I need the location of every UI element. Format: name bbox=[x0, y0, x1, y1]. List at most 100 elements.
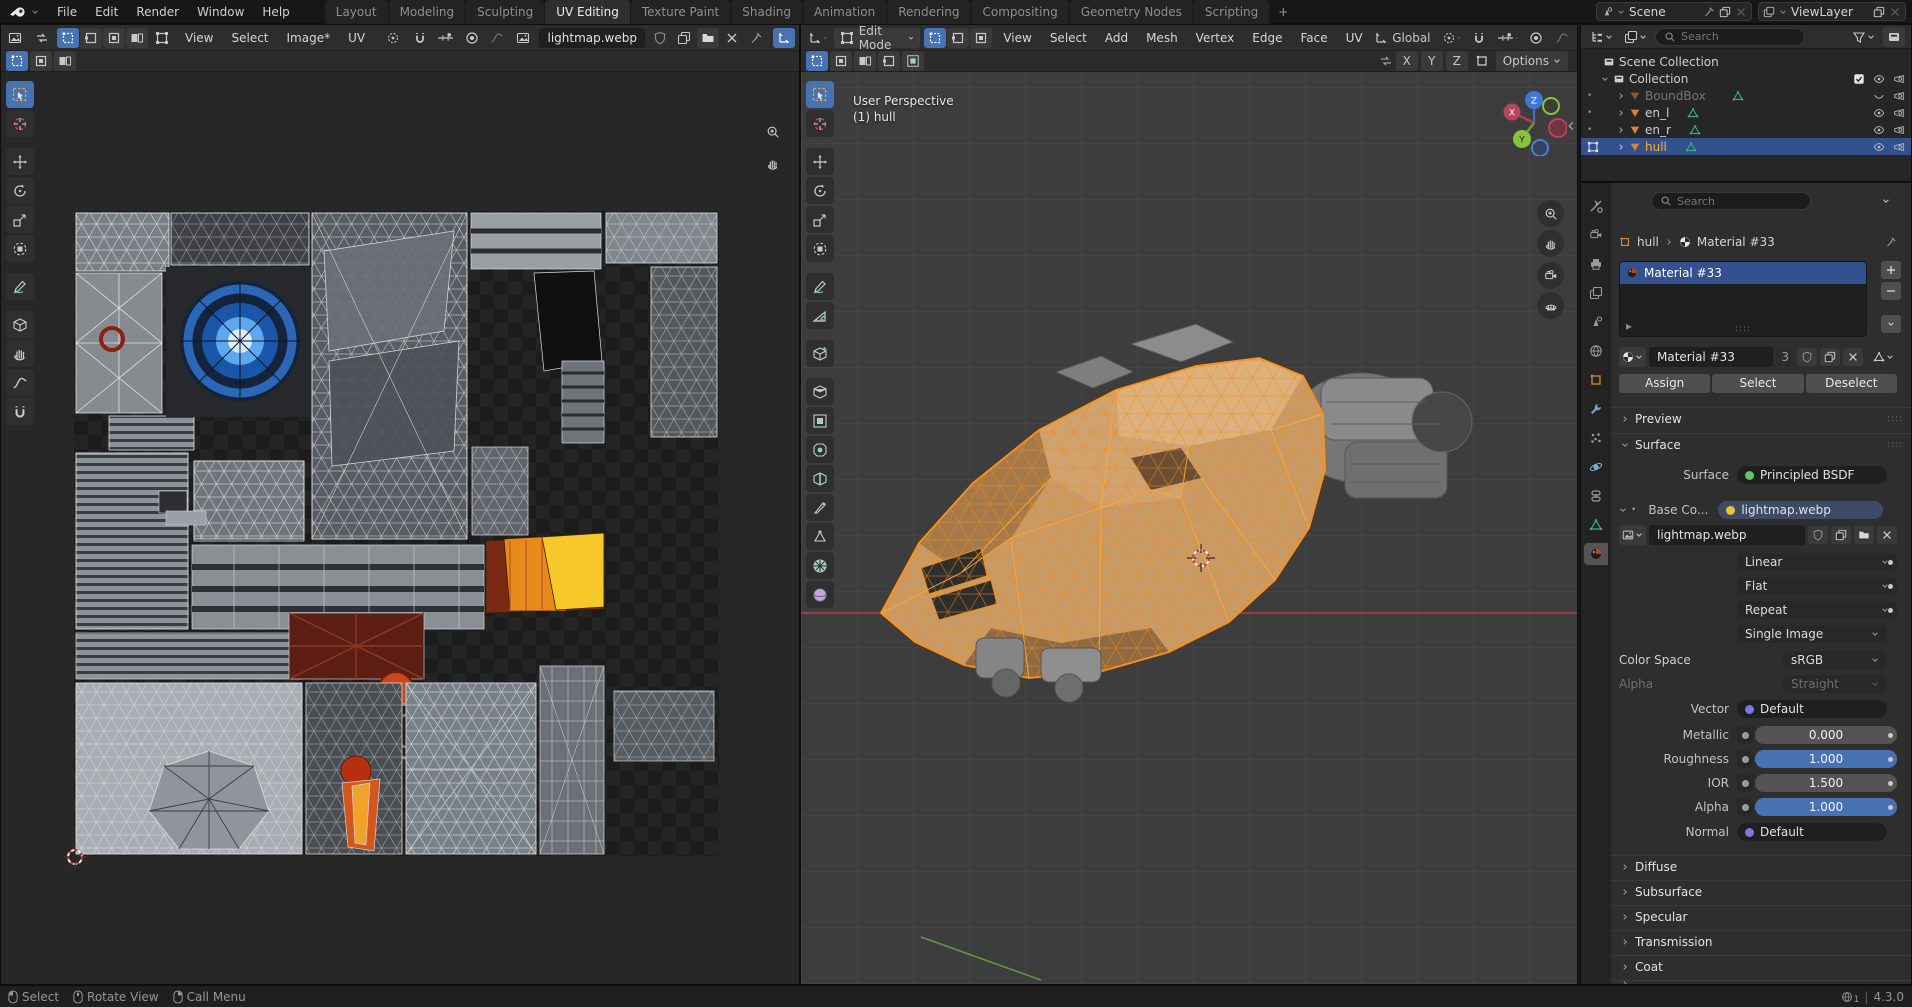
uv-tool-select-box[interactable] bbox=[6, 81, 34, 108]
outliner-row-en-l[interactable]: • en_l bbox=[1581, 104, 1911, 121]
remove-slot-button[interactable] bbox=[1881, 282, 1901, 300]
uv-editor-type-button[interactable] bbox=[5, 28, 27, 48]
uv-2d-cursor[interactable] bbox=[63, 845, 87, 869]
tool-inset-faces[interactable] bbox=[806, 407, 834, 434]
image-duplicate-icon[interactable] bbox=[1831, 526, 1851, 544]
camera-visibility-icon[interactable] bbox=[1893, 141, 1905, 153]
disclosure-icon[interactable] bbox=[1617, 109, 1625, 117]
add-slot-button[interactable] bbox=[1881, 261, 1901, 279]
alpha-slider[interactable]: 1.000 bbox=[1755, 798, 1897, 816]
uv-boxselect-mode-subtract[interactable] bbox=[54, 51, 76, 71]
uv-sync-toggle[interactable] bbox=[31, 28, 53, 48]
tab-layout[interactable]: Layout bbox=[325, 0, 388, 24]
tool-bevel[interactable] bbox=[806, 436, 834, 463]
tab-modeling[interactable]: Modeling bbox=[389, 0, 466, 24]
tool-loop-cut[interactable] bbox=[806, 465, 834, 492]
tab-world[interactable] bbox=[1584, 340, 1608, 362]
uv-snap-target-dropdown[interactable] bbox=[435, 28, 457, 48]
roughness-socket-button[interactable] bbox=[1737, 750, 1753, 768]
eye-icon[interactable] bbox=[1873, 141, 1885, 153]
base-color-value[interactable]: lightmap.webp bbox=[1718, 501, 1883, 519]
mode-dropdown[interactable]: Edit Mode bbox=[834, 28, 921, 48]
copy-viewlayer-icon[interactable] bbox=[1873, 6, 1885, 18]
normal-socket-value[interactable]: Default bbox=[1737, 823, 1887, 841]
tool-measure[interactable] bbox=[806, 302, 834, 329]
uv-sticky-select-dropdown[interactable] bbox=[152, 28, 174, 48]
assign-button[interactable]: Assign bbox=[1619, 374, 1710, 393]
uv-menu-select[interactable]: Select bbox=[224, 26, 275, 50]
select-mode-face-button[interactable] bbox=[970, 28, 992, 48]
viewport-menu-uv[interactable]: UV bbox=[1339, 26, 1370, 50]
fake-user-material-icon[interactable] bbox=[1797, 348, 1817, 366]
tool-add-cube[interactable] bbox=[806, 340, 834, 367]
panel-grip[interactable]: :::: bbox=[1887, 440, 1903, 450]
panel-grip[interactable]: :::: bbox=[1887, 414, 1903, 424]
add-workspace-button[interactable]: + bbox=[1270, 5, 1296, 19]
tool-select-box[interactable] bbox=[806, 81, 834, 108]
proportional-falloff-dropdown[interactable] bbox=[1551, 28, 1573, 48]
uv-tool-annotate[interactable] bbox=[6, 273, 34, 300]
disclosure-icon[interactable] bbox=[1601, 75, 1609, 83]
menu-help[interactable]: Help bbox=[253, 0, 298, 24]
tab-uv-editing[interactable]: UV Editing bbox=[545, 0, 630, 24]
tab-geometry-nodes[interactable]: Geometry Nodes bbox=[1070, 0, 1193, 24]
options-dropdown[interactable]: Options bbox=[1496, 51, 1568, 71]
uv-select-edge-button[interactable] bbox=[80, 28, 102, 48]
tab-object-data[interactable] bbox=[1584, 514, 1608, 536]
outliner-row-collection[interactable]: Collection bbox=[1581, 70, 1911, 87]
tab-material[interactable] bbox=[1584, 543, 1608, 565]
mirror-x-button[interactable]: X bbox=[1396, 51, 1418, 71]
surface-socket-value[interactable]: Principled BSDF bbox=[1737, 466, 1887, 484]
tab-scripting[interactable]: Scripting bbox=[1194, 0, 1269, 24]
outliner-display-mode-dropdown[interactable] bbox=[1587, 27, 1616, 47]
properties-search[interactable] bbox=[1651, 192, 1811, 210]
pin-icon[interactable] bbox=[1703, 6, 1715, 18]
tab-render[interactable] bbox=[1584, 224, 1608, 246]
slot-specials-dropdown[interactable] bbox=[1881, 315, 1901, 333]
color-space-dropdown[interactable]: sRGB bbox=[1783, 651, 1887, 669]
proportional-edit-toggle[interactable] bbox=[1525, 28, 1547, 48]
checkbox-icon[interactable] bbox=[1853, 73, 1865, 85]
viewport-menu-vertex[interactable]: Vertex bbox=[1189, 26, 1242, 50]
camera-visibility-icon[interactable] bbox=[1893, 124, 1905, 136]
browse-image-dropdown[interactable] bbox=[1619, 525, 1646, 545]
viewport-editor-type-button[interactable] bbox=[805, 28, 830, 48]
uv-tool-relax[interactable] bbox=[6, 369, 34, 396]
duplicate-material-icon[interactable] bbox=[1820, 348, 1840, 366]
tool-smooth[interactable] bbox=[806, 581, 834, 608]
blender-logo-menu[interactable] bbox=[0, 0, 48, 24]
delete-viewlayer-icon[interactable] bbox=[1889, 6, 1901, 18]
outliner-search[interactable] bbox=[1655, 28, 1805, 46]
outliner-row-hull[interactable]: hull bbox=[1581, 138, 1911, 155]
tab-sculpting[interactable]: Sculpting bbox=[466, 0, 544, 24]
decorator-dot[interactable] bbox=[1888, 608, 1893, 613]
tool-annotate[interactable] bbox=[806, 273, 834, 300]
roughness-slider[interactable]: 1.000 bbox=[1755, 750, 1897, 768]
tab-modifiers[interactable] bbox=[1584, 398, 1608, 420]
eye-icon[interactable] bbox=[1873, 107, 1885, 119]
specular-panel-header[interactable]: Specular bbox=[1611, 905, 1912, 927]
outliner-row-en-r[interactable]: • en_r bbox=[1581, 121, 1911, 138]
tab-constraints[interactable] bbox=[1584, 485, 1608, 507]
snap-options-icon[interactable] bbox=[1471, 51, 1493, 71]
boxselect-mode-invert[interactable] bbox=[878, 51, 900, 71]
outliner-filter-dropdown[interactable] bbox=[1849, 27, 1878, 47]
scene-selector[interactable]: Scene bbox=[1596, 2, 1752, 21]
viewport-menu-mesh[interactable]: Mesh bbox=[1139, 26, 1185, 50]
material-users-count[interactable]: 3 bbox=[1776, 348, 1794, 366]
uv-image-name-field[interactable]: lightmap.webp bbox=[539, 28, 645, 48]
surface-panel-header[interactable]: Surface :::: bbox=[1611, 433, 1912, 455]
tool-knife[interactable] bbox=[806, 494, 834, 521]
image-name-field[interactable]: lightmap.webp bbox=[1649, 525, 1805, 545]
new-collection-button[interactable] bbox=[1883, 27, 1905, 47]
metallic-socket-button[interactable] bbox=[1737, 726, 1753, 744]
tab-object[interactable] bbox=[1584, 369, 1608, 391]
eye-icon[interactable] bbox=[1873, 73, 1885, 85]
subsurface-panel-header[interactable]: Subsurface bbox=[1611, 880, 1912, 902]
uv-menu-view[interactable]: View bbox=[178, 26, 220, 50]
properties-search-input[interactable] bbox=[1677, 195, 1802, 208]
uv-boxselect-mode-new[interactable] bbox=[6, 51, 28, 71]
uv-tool-cursor[interactable] bbox=[6, 110, 34, 137]
uv-tool-scale[interactable] bbox=[6, 206, 34, 233]
duplicate-image-icon[interactable] bbox=[673, 28, 695, 48]
